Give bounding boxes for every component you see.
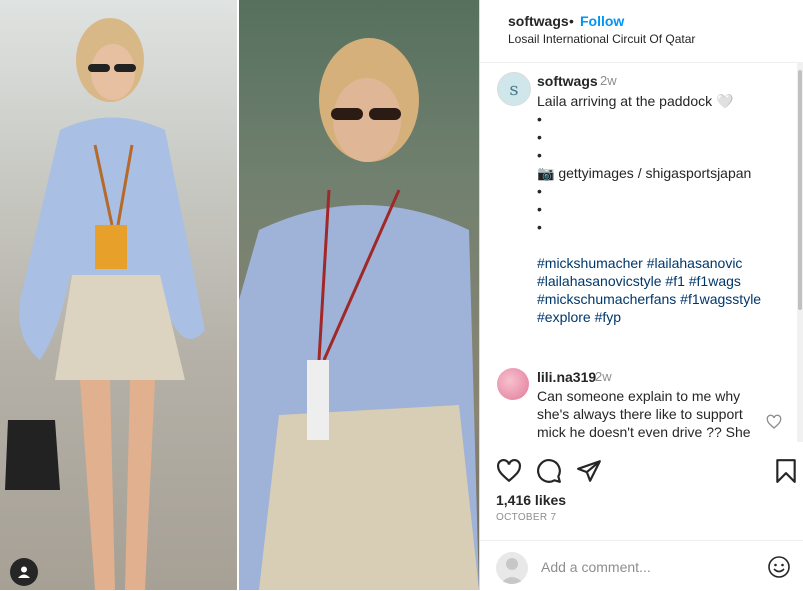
caption-line: Laila arriving at the paddock 🤍 <box>537 93 734 109</box>
caption-line: • <box>537 147 542 163</box>
comment-composer <box>480 540 803 591</box>
caption-line: • <box>537 201 542 217</box>
paper-plane-icon <box>577 460 601 482</box>
current-user-avatar <box>496 552 528 584</box>
emoji-button[interactable] <box>767 555 791 584</box>
header-username[interactable]: softwags <box>508 13 569 29</box>
user-icon <box>500 558 524 584</box>
photo-right <box>239 0 479 590</box>
heart-icon <box>766 414 782 429</box>
share-button[interactable] <box>576 458 602 489</box>
hashtag-line[interactable]: #explore #fyp <box>537 308 621 326</box>
comment-input[interactable] <box>541 556 751 578</box>
emoji-icon <box>768 556 790 578</box>
comments-scroll-area[interactable]: s softwags 2w Laila arriving at the padd… <box>480 62 799 442</box>
comment-avatar[interactable] <box>497 368 529 400</box>
photo-left <box>0 0 237 590</box>
location-link[interactable]: Losail International Circuit Of Qatar <box>508 32 695 46</box>
like-button[interactable] <box>496 458 522 489</box>
caption-line: • <box>537 219 542 235</box>
user-icon <box>18 566 30 578</box>
caption-username[interactable]: softwags <box>537 73 598 89</box>
tagged-users-button[interactable] <box>10 558 38 586</box>
caption-line: • <box>537 111 542 127</box>
save-button[interactable] <box>774 458 798 489</box>
likes-count[interactable]: 1,416 likes <box>496 492 566 508</box>
hashtag-line[interactable]: #lailahasanovicstyle #f1 #f1wags <box>537 272 741 290</box>
woman-figure-left <box>5 18 205 590</box>
heart-icon <box>497 458 521 483</box>
caption-avatar[interactable]: s <box>497 72 531 106</box>
caption-line: • <box>537 129 542 145</box>
scrollbar-thumb[interactable] <box>798 70 802 310</box>
follow-button[interactable]: Follow <box>580 13 624 29</box>
hashtag-line[interactable]: #mickshumacher #lailahasanovic <box>537 254 742 272</box>
post-header: softwags • Follow Losail International C… <box>480 0 803 63</box>
post-date: OCTOBER 7 <box>496 512 557 523</box>
action-bar <box>480 452 803 492</box>
caption-line: 📷 gettyimages / shigasportsjapan <box>537 165 752 181</box>
comment-text: Can someone explain to me why she's alwa… <box>537 388 751 440</box>
comment-username[interactable]: lili.na319 <box>537 369 596 385</box>
post-image[interactable] <box>0 0 479 590</box>
photo-divider <box>237 0 239 590</box>
caption-time: 2w <box>600 73 617 88</box>
woman-figure-right <box>239 38 479 590</box>
caption-line: • <box>537 183 542 199</box>
comment-like-button[interactable] <box>766 414 782 435</box>
comment-time: 2w <box>595 369 612 384</box>
comment-bubble-icon <box>537 459 561 483</box>
bookmark-icon <box>776 459 796 483</box>
header-separator: • <box>569 13 574 29</box>
hashtag-line[interactable]: #mickschumacherfans #f1wagsstyle <box>537 290 761 308</box>
post-sidebar: softwags • Follow Losail International C… <box>479 0 803 590</box>
comment-button[interactable] <box>536 458 562 489</box>
